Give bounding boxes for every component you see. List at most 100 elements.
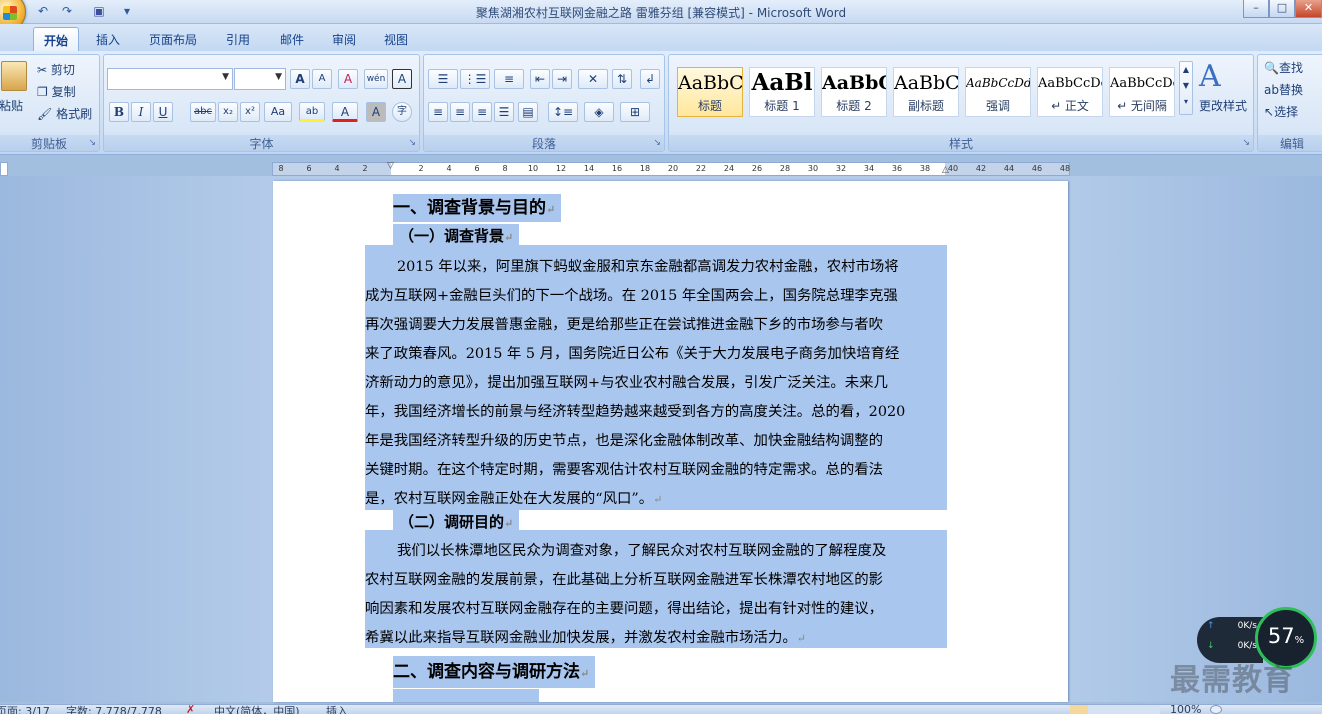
change-case-button[interactable]: Aa: [264, 102, 292, 122]
ruler-number: 18: [639, 164, 651, 173]
close-button[interactable]: ✕: [1295, 0, 1322, 18]
style-name: ↵ 正文: [1051, 99, 1089, 113]
tab-insert[interactable]: 插入: [86, 27, 130, 51]
paragraph-mark: ↵: [796, 632, 806, 645]
style-sample: AaBbCcDc: [1110, 76, 1174, 91]
cut-button[interactable]: ✂ 剪切: [37, 61, 75, 78]
horizontal-ruler[interactable]: 8 6 4 2 2 4 6 8 10 12 14 16 18 20 22 24 26 28 30 32 34 36 38 40…: [272, 161, 1070, 176]
chinese-layout-icon[interactable]: ✕: [578, 69, 608, 89]
paste-button[interactable]: 粘贴: [0, 97, 23, 114]
tab-page-layout[interactable]: 页面布局: [139, 27, 207, 51]
page-indicator[interactable]: 页面: 3/17: [0, 703, 50, 714]
find-button[interactable]: 🔍查找: [1264, 59, 1303, 76]
maximize-button[interactable]: □: [1269, 0, 1295, 18]
ruler-number: 36: [891, 164, 903, 173]
window-title: 聚焦湖湘农村互联网金融之路 雷雅芬组 [兼容模式] - Microsoft Wo…: [475, 6, 847, 20]
italic-button[interactable]: I: [131, 102, 151, 122]
change-styles-icon[interactable]: A: [1199, 59, 1221, 94]
bold-button[interactable]: B: [109, 102, 129, 122]
style-subtitle[interactable]: AaBbC 副标题: [893, 67, 959, 117]
ruler-number: 6: [306, 164, 312, 173]
show-marks-icon[interactable]: ↲: [640, 69, 660, 89]
char-border-button[interactable]: A: [392, 69, 412, 89]
align-left-icon[interactable]: ≡: [428, 102, 448, 122]
line-spacing-icon[interactable]: ↕≡: [548, 102, 578, 122]
justify-icon[interactable]: ☰: [494, 102, 514, 122]
shrink-font-button[interactable]: A: [312, 69, 332, 89]
tab-home[interactable]: 开始: [33, 27, 80, 51]
grow-font-button[interactable]: A: [290, 69, 310, 89]
heading-2[interactable]: （二）调研目的↵: [393, 510, 520, 534]
style-title[interactable]: AaBbC 标题: [677, 67, 743, 117]
language-indicator[interactable]: 中文(简体，中国): [214, 703, 300, 714]
heading-2[interactable]: （一）调查背景↵: [393, 224, 520, 248]
zoom-level[interactable]: 100%: [1170, 703, 1201, 714]
style-sample: AaBbC: [678, 72, 742, 94]
styles-launcher-icon[interactable]: ↘: [1242, 138, 1250, 148]
style-emphasis[interactable]: AaBbCcDd 强调: [965, 67, 1031, 117]
font-size-select[interactable]: ▼: [234, 68, 286, 90]
underline-button[interactable]: U: [153, 102, 173, 122]
zoom-slider[interactable]: [1210, 705, 1222, 714]
tab-references[interactable]: 引用: [216, 27, 260, 51]
clear-format-button[interactable]: A: [338, 69, 358, 89]
style-normal[interactable]: AaBbCcDc ↵ 正文: [1037, 67, 1103, 117]
align-center-icon[interactable]: ≡: [450, 102, 470, 122]
numbering-icon[interactable]: ⋮☰: [460, 69, 490, 89]
decrease-indent-icon[interactable]: ⇤: [530, 69, 550, 89]
insert-mode[interactable]: 插入: [326, 703, 348, 714]
style-name: ↵ 无间隔: [1117, 99, 1167, 113]
strikethrough-button[interactable]: abc: [190, 102, 216, 122]
style-no-spacing[interactable]: AaBbCcDc ↵ 无间隔: [1109, 67, 1175, 117]
format-painter-button[interactable]: 🖌 格式刷: [37, 105, 92, 122]
style-sample: AaBbCcDc: [1038, 76, 1102, 91]
style-heading-2[interactable]: AaBbC 标题 2: [821, 67, 887, 117]
shading-icon[interactable]: ◈: [584, 102, 614, 122]
increase-indent-icon[interactable]: ⇥: [552, 69, 572, 89]
replace-button[interactable]: ab替换: [1264, 81, 1303, 98]
enclose-char-button[interactable]: 字: [392, 102, 412, 122]
change-styles-button[interactable]: 更改样式: [1199, 97, 1247, 114]
paragraph-line: 再次强调要大力发展普惠金融，更是给那些正在尝试推进金融下乡的市场参与者吹: [365, 317, 884, 333]
paragraph-launcher-icon[interactable]: ↘: [653, 138, 661, 148]
tab-mailings[interactable]: 邮件: [270, 27, 314, 51]
highlight-button[interactable]: ab: [299, 102, 325, 122]
tab-review[interactable]: 审阅: [322, 27, 366, 51]
borders-icon[interactable]: ⊞: [620, 102, 650, 122]
first-line-indent-marker[interactable]: ▽: [387, 161, 394, 171]
document-page[interactable]: 一、调查背景与目的↵ （一）调查背景↵ 2015 年以来，阿里旗下蚂蚁金服和京东…: [273, 181, 1068, 702]
select-button[interactable]: ↖选择: [1264, 103, 1298, 120]
paragraph-line: 成为互联网+金融巨头们的下一个战场。在 2015 年全国两会上，国务院总理李克强: [365, 288, 898, 304]
style-heading-1[interactable]: AaBl 标题 1: [749, 67, 815, 117]
view-ruler-toggle[interactable]: [0, 162, 8, 176]
font-color-button[interactable]: A: [332, 102, 358, 122]
copy-button[interactable]: ❐ 复制: [37, 83, 76, 100]
view-buttons[interactable]: [1070, 705, 1160, 714]
right-indent-marker[interactable]: △: [942, 165, 949, 175]
distributed-icon[interactable]: ▤: [518, 102, 538, 122]
editing-label: 编辑: [1258, 135, 1322, 151]
minimize-button[interactable]: –: [1243, 0, 1269, 18]
phonetic-guide-button[interactable]: wén: [364, 69, 388, 89]
heading-1[interactable]: 一、调查背景与目的↵: [393, 193, 562, 222]
subscript-button[interactable]: x₂: [218, 102, 238, 122]
bullets-icon[interactable]: ☰: [428, 69, 458, 89]
multilevel-list-icon[interactable]: ≡: [494, 69, 524, 89]
proofing-icon[interactable]: ✗: [186, 703, 195, 714]
tab-view[interactable]: 视图: [374, 27, 418, 51]
styles-scroll-icon[interactable]: ▲ ▼ ▾: [1179, 61, 1193, 115]
font-family-select[interactable]: ▼: [107, 68, 233, 90]
font-launcher-icon[interactable]: ↘: [408, 138, 416, 148]
ruler-number: 24: [723, 164, 735, 173]
heading-1[interactable]: 二、调查内容与调研方法↵: [393, 656, 596, 688]
arrow-down-icon: ↓: [1207, 641, 1215, 651]
paragraph-mark: ↵: [653, 493, 663, 506]
align-right-icon[interactable]: ≡: [472, 102, 492, 122]
char-shading-button[interactable]: A: [366, 102, 386, 122]
paste-icon[interactable]: [1, 61, 27, 91]
sort-icon[interactable]: ⇅: [612, 69, 632, 89]
superscript-button[interactable]: x²: [240, 102, 260, 122]
word-count[interactable]: 字数: 7,778/7,778: [66, 703, 162, 714]
clipboard-launcher-icon[interactable]: ↘: [88, 138, 96, 148]
paragraph-group: ☰ ⋮☰ ≡ ⇤ ⇥ ✕ ⇅ ↲ ≡ ≡ ≡ ☰ ▤ ↕≡ ◈ ⊞ 段落 ↘: [423, 54, 665, 152]
